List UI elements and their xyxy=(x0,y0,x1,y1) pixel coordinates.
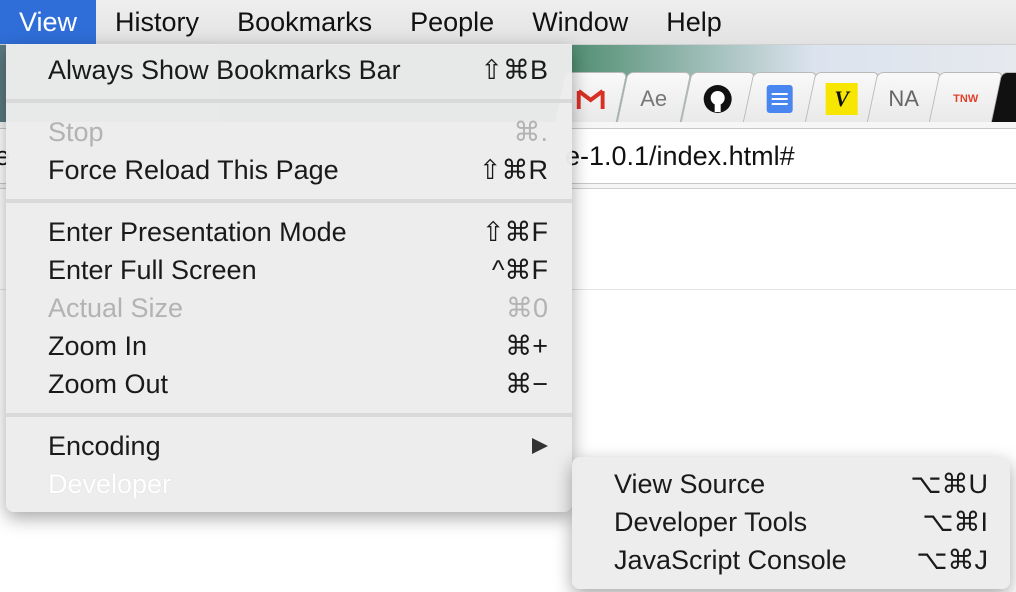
menu-item-actual-size: Actual Size ⌘0 xyxy=(6,289,572,327)
menu-item-label: Actual Size xyxy=(48,293,184,323)
gmail-icon xyxy=(575,83,607,115)
menubar-people[interactable]: People xyxy=(391,0,513,44)
menu-item-shortcut: ⇧⌘B xyxy=(480,55,548,85)
menu-item-developer[interactable]: Developer xyxy=(6,465,572,503)
na-icon: NA xyxy=(888,86,919,111)
submenu-item-developer-tools[interactable]: Developer Tools ⌥⌘I xyxy=(572,503,1010,541)
menu-item-label: Enter Presentation Mode xyxy=(48,217,347,247)
menu-item-encoding[interactable]: Encoding xyxy=(6,427,572,465)
menu-item-shortcut: ⌥⌘U xyxy=(910,469,988,499)
menu-item-shortcut: ⌘+ xyxy=(505,331,548,361)
menu-item-label: Zoom Out xyxy=(48,369,169,399)
menu-item-label: Stop xyxy=(48,117,104,147)
docs-icon xyxy=(764,83,796,115)
menu-item-presentation-mode[interactable]: Enter Presentation Mode ⇧⌘F xyxy=(6,213,572,251)
menu-separator xyxy=(6,99,572,103)
tab-ae[interactable]: Ae xyxy=(616,72,692,123)
submenu-item-view-source[interactable]: View Source ⌥⌘U xyxy=(572,465,1010,503)
address-bar-url: e-1.0.1/index.html# xyxy=(565,141,795,171)
menu-item-shortcut: ⌥⌘I xyxy=(922,507,988,537)
menubar-view[interactable]: View xyxy=(0,0,97,44)
menu-separator xyxy=(6,199,572,203)
menu-item-label: Enter Full Screen xyxy=(48,255,257,285)
menu-item-zoom-in[interactable]: Zoom In ⌘+ xyxy=(6,327,572,365)
menu-item-label: Always Show Bookmarks Bar xyxy=(48,55,401,85)
menu-item-label: Encoding xyxy=(48,431,161,461)
menu-item-shortcut: ^⌘F xyxy=(491,255,548,285)
tnw-icon: TNW xyxy=(953,93,979,105)
menubar: View History Bookmarks People Window Hel… xyxy=(0,0,1016,45)
menu-item-label: Developer Tools xyxy=(614,507,808,537)
ae-icon: Ae xyxy=(640,86,668,111)
menubar-help[interactable]: Help xyxy=(647,0,741,44)
menu-item-stop: Stop ⌘. xyxy=(6,113,572,151)
dark-icon xyxy=(1001,83,1016,115)
menu-item-shortcut: ⌘− xyxy=(505,369,548,399)
menu-item-label: Zoom In xyxy=(48,331,148,361)
menubar-bookmarks[interactable]: Bookmarks xyxy=(218,0,391,44)
menu-item-label: JavaScript Console xyxy=(614,545,847,575)
menu-item-shortcut: ⇧⌘R xyxy=(478,155,548,185)
menu-separator xyxy=(6,413,572,417)
menu-item-force-reload[interactable]: Force Reload This Page ⇧⌘R xyxy=(6,151,572,189)
menu-item-label: View Source xyxy=(614,469,766,499)
menu-item-label: Force Reload This Page xyxy=(48,155,339,185)
developer-submenu: View Source ⌥⌘U Developer Tools ⌥⌘I Java… xyxy=(572,457,1010,589)
menu-item-shortcut: ⌥⌘J xyxy=(916,545,988,575)
menubar-window[interactable]: Window xyxy=(513,0,647,44)
menu-item-shortcut: ⇧⌘F xyxy=(481,217,548,247)
github-icon xyxy=(702,83,734,115)
menu-item-shortcut: ⌘0 xyxy=(505,293,548,323)
submenu-item-javascript-console[interactable]: JavaScript Console ⌥⌘J xyxy=(572,541,1010,579)
menu-item-always-show-bookmarks[interactable]: Always Show Bookmarks Bar ⇧⌘B xyxy=(6,51,572,89)
menu-item-full-screen[interactable]: Enter Full Screen ^⌘F xyxy=(6,251,572,289)
view-menu: Always Show Bookmarks Bar ⇧⌘B Stop ⌘. Fo… xyxy=(6,44,572,512)
submenu-arrow-icon xyxy=(532,438,548,454)
screen: View History Bookmarks People Window Hel… xyxy=(0,0,1016,592)
menu-item-shortcut: ⌘. xyxy=(513,117,548,147)
menu-item-zoom-out[interactable]: Zoom Out ⌘− xyxy=(6,365,572,403)
menu-item-label: Developer xyxy=(48,469,172,499)
v-icon: V xyxy=(825,83,858,115)
menubar-history[interactable]: History xyxy=(96,0,218,44)
